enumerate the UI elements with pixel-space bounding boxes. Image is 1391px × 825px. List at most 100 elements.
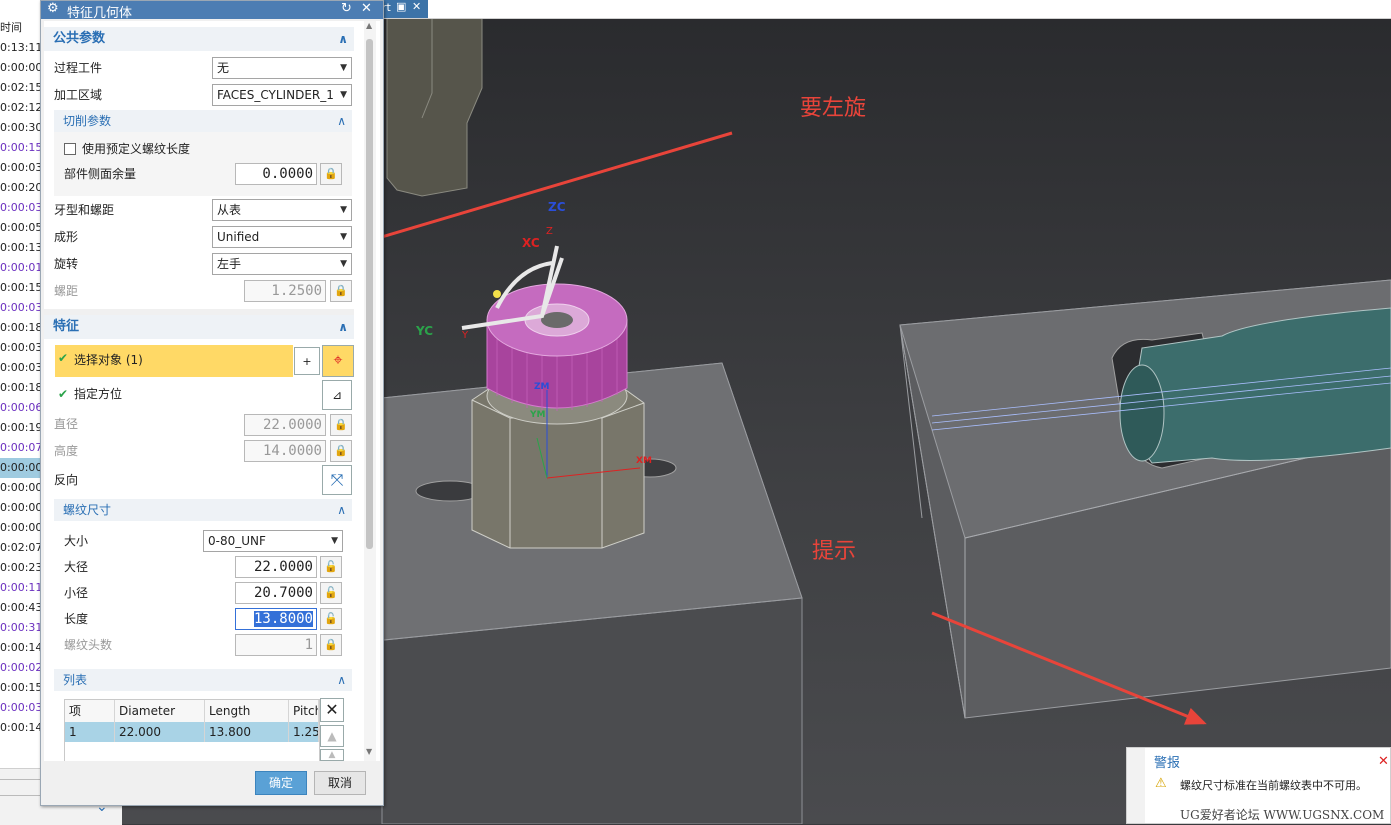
rotation-value: 左手 <box>217 257 242 271</box>
collapse-icon[interactable]: ∧ <box>338 315 348 339</box>
section-cut-params[interactable]: 切削参数 ∧ <box>54 110 352 132</box>
warning-icon: ⚠ <box>1155 776 1167 791</box>
select-object-label: 选择对象 (1) <box>74 353 143 367</box>
dropdown-arrow-icon: ▼ <box>340 205 347 215</box>
list-item[interactable]: 0:00:01 <box>0 258 40 278</box>
section-thread-size[interactable]: 螺纹尺寸 ∧ <box>54 499 352 521</box>
scroll-up-icon[interactable]: ▲ <box>366 21 372 30</box>
list-item[interactable]: 0:00:19 <box>0 418 40 438</box>
scrollbar[interactable]: ▲ ▼ <box>364 21 376 761</box>
table-cell[interactable]: 13.800 <box>205 722 289 742</box>
csys-icon[interactable]: ⊿ <box>322 380 352 410</box>
list-item[interactable]: 0:00:00 <box>0 478 40 498</box>
list-item[interactable]: 0:00:14 <box>0 638 40 658</box>
list-item[interactable]: 0:13:11 <box>0 38 40 58</box>
time-rows: 0:13:11 0:00:00 0:02:15 0:02:12 0:00:30 0:00:… <box>0 38 40 738</box>
collapse-icon[interactable]: ∧ <box>337 499 346 521</box>
list-item[interactable]: 0:00:18 <box>0 378 40 398</box>
move-down-icon[interactable]: ▲ <box>320 749 344 761</box>
size-value: 0-80_UNF <box>208 534 266 548</box>
list-item[interactable]: 0:00:15 <box>0 138 40 158</box>
check-icon: ✔ <box>58 387 69 401</box>
list-item[interactable]: 0:00:00 <box>0 498 40 518</box>
crosshair-icon[interactable]: ⌖ <box>322 345 354 377</box>
thread-form-select[interactable]: 从表 ▼ <box>212 199 352 221</box>
list-item[interactable]: 0:00:02 <box>0 658 40 678</box>
list-item[interactable]: 0:02:12 <box>0 98 40 118</box>
scroll-down-icon[interactable]: ▼ <box>366 747 372 756</box>
close-icon[interactable]: ✕ <box>1378 754 1391 774</box>
list-item[interactable]: 0:00:13 <box>0 238 40 258</box>
section-feature[interactable]: 特征 ∧ <box>44 315 354 339</box>
list-item[interactable]: 0:00:11 <box>0 578 40 598</box>
cancel-button[interactable]: 取消 <box>314 771 366 795</box>
section-list[interactable]: 列表 ∧ <box>54 669 352 691</box>
length-input[interactable]: 13.8000 <box>235 608 317 630</box>
process-workpiece-select[interactable]: 无 ▼ <box>212 57 352 79</box>
unlock-icon[interactable]: 🔓 <box>320 608 342 630</box>
list-item[interactable]: 0:00:07 <box>0 438 40 458</box>
list-item[interactable]: 0:00:30 <box>0 118 40 138</box>
lock-icon[interactable]: 🔒 <box>330 440 352 462</box>
list-item[interactable]: 0:00:00 <box>0 58 40 78</box>
list-item[interactable]: 0:00:00 <box>0 458 40 478</box>
list-item[interactable]: 0:00:03 <box>0 338 40 358</box>
list-item[interactable]: 0:00:00 <box>0 518 40 538</box>
collapse-icon[interactable]: ∧ <box>337 669 346 691</box>
reverse-direction-icon[interactable]: ⤧ <box>322 465 352 495</box>
lock-icon[interactable]: 🔒 <box>320 163 342 185</box>
list-item[interactable]: 0:00:06 <box>0 398 40 418</box>
add-selection-icon[interactable]: + <box>294 347 320 375</box>
rotation-select[interactable]: 左手 ▼ <box>212 253 352 275</box>
lock-icon[interactable]: 🔒 <box>330 280 352 302</box>
use-predefined-length-checkbox[interactable] <box>64 143 76 155</box>
list-item[interactable]: 0:00:15 <box>0 278 40 298</box>
column-header: Length <box>205 700 289 722</box>
list-item[interactable]: 0:00:15 <box>0 678 40 698</box>
list-item[interactable]: 0:00:05 <box>0 218 40 238</box>
list-item[interactable]: 0:02:15 <box>0 78 40 98</box>
scrollbar-thumb[interactable] <box>366 39 373 549</box>
list-item[interactable]: 0:00:03 <box>0 198 40 218</box>
list-item[interactable]: 0:00:18 <box>0 318 40 338</box>
list-item[interactable]: 0:00:03 <box>0 698 40 718</box>
lock-icon[interactable]: 🔒 <box>320 634 342 656</box>
reset-icon[interactable]: ↻ <box>341 1 352 16</box>
list-item[interactable]: 0:00:20 <box>0 178 40 198</box>
machining-area-select[interactable]: FACES_CYLINDER_1 ▼ <box>212 84 352 106</box>
size-select[interactable]: 0-80_UNF ▼ <box>203 530 343 552</box>
list-item[interactable]: 0:00:43 <box>0 598 40 618</box>
list-item[interactable]: 0:00:23 <box>0 558 40 578</box>
list-item[interactable]: 0:00:14 <box>0 718 40 738</box>
table-cell[interactable]: 22.000 <box>115 722 205 742</box>
restore-icon[interactable]: ▣ <box>396 0 406 13</box>
table-cell[interactable]: 1.25 <box>289 722 319 742</box>
form-select[interactable]: Unified ▼ <box>212 226 352 248</box>
list-item[interactable]: 0:00:03 <box>0 158 40 178</box>
list-item[interactable]: 0:00:31 <box>0 618 40 638</box>
dialog-title-bar[interactable]: ⚙ 特征几何体 ↻ ✕ <box>41 1 383 21</box>
lock-icon[interactable]: 🔒 <box>330 414 352 436</box>
part-side-stock-input[interactable]: 0.0000 <box>235 163 317 185</box>
ok-button[interactable]: 确定 <box>255 771 307 795</box>
list-item[interactable]: 0:02:07 <box>0 538 40 558</box>
table-cell[interactable]: 1 <box>65 722 115 742</box>
dialog-title: 特征几何体 <box>67 6 133 21</box>
close-icon[interactable]: ✕ <box>361 1 372 16</box>
section-common-params[interactable]: 公共参数 ∧ <box>44 27 354 51</box>
section-feature-label: 特征 <box>53 319 80 334</box>
thread-list-table[interactable]: 项 Diameter Length Pitch 1 22.000 13.800 … <box>64 699 320 761</box>
major-diameter-input[interactable]: 22.0000 <box>235 556 317 578</box>
delete-icon[interactable]: ✕ <box>320 698 344 722</box>
minor-diameter-input[interactable]: 20.7000 <box>235 582 317 604</box>
collapse-icon[interactable]: ∧ <box>337 110 346 132</box>
section-common-params-label: 公共参数 <box>53 31 106 46</box>
unlock-icon[interactable]: 🔓 <box>320 556 342 578</box>
unlock-icon[interactable]: 🔓 <box>320 582 342 604</box>
close-tab-icon[interactable]: ✕ <box>412 0 421 13</box>
list-item[interactable]: 0:00:03 <box>0 298 40 318</box>
collapse-icon[interactable]: ∧ <box>338 27 348 51</box>
move-up-icon[interactable]: ▲ <box>320 725 344 747</box>
list-item[interactable]: 0:00:03 <box>0 358 40 378</box>
form-value: Unified <box>217 230 260 244</box>
